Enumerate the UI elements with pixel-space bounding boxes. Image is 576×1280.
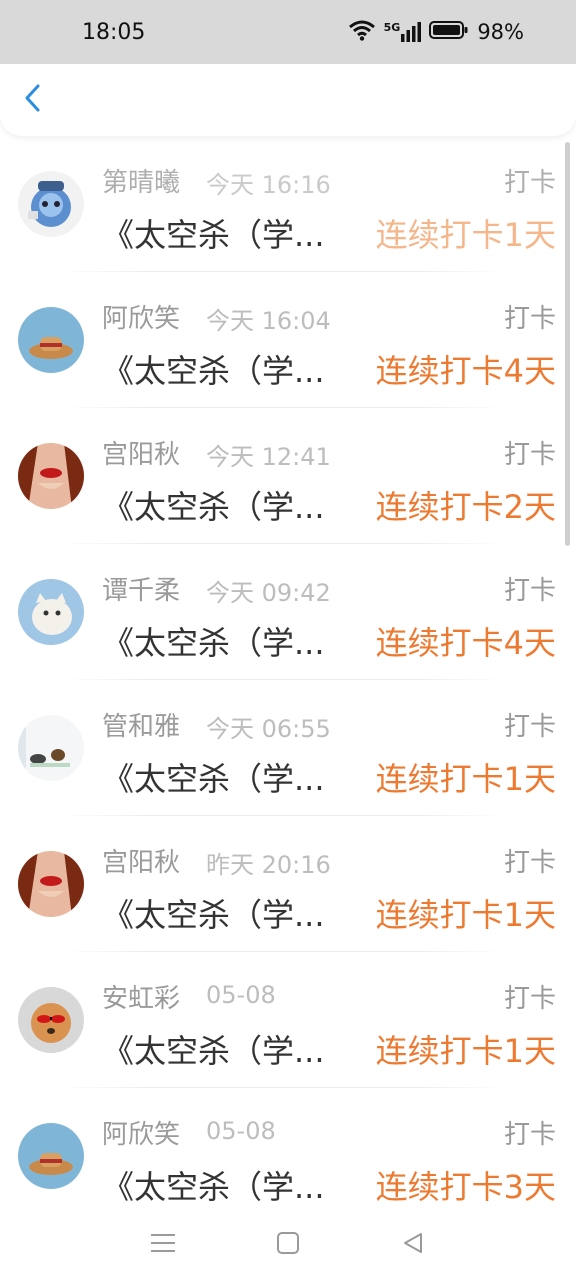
action-label: 打卡 — [503, 168, 556, 198]
avatar[interactable] — [18, 987, 84, 1053]
list-item[interactable]: 安虹彩 05-08 打卡《太空杀（学... 连续打卡1天 — [0, 952, 576, 1088]
status-bar: 18:05 5G 98% — [0, 0, 576, 64]
user-name: 阿欣笑 — [102, 304, 181, 334]
checkin-time: 05-08 — [206, 981, 276, 1009]
network-type: 5G — [383, 21, 401, 34]
action-label: 打卡 — [503, 1120, 556, 1150]
wifi-icon — [348, 19, 376, 45]
streak-label: 连续打卡1天 — [375, 1032, 556, 1070]
checkin-time: 今天 16:16 — [206, 171, 331, 199]
avatar[interactable] — [18, 307, 84, 373]
list-item[interactable]: 宫阳秋 昨天 20:16 打卡《太空杀（学... 连续打卡1天 — [0, 816, 576, 952]
avatar[interactable] — [18, 715, 84, 781]
back-nav-button[interactable] — [393, 1225, 433, 1265]
list-item[interactable]: 谭千柔 今天 09:42 打卡《太空杀（学... 连续打卡4天 — [0, 544, 576, 680]
action-label: 打卡 — [503, 576, 556, 606]
system-nav-bar — [0, 1210, 576, 1280]
streak-label: 连续打卡3天 — [375, 1168, 556, 1206]
back-triangle-icon — [401, 1231, 425, 1259]
book-title: 《太空杀（学... — [102, 488, 325, 526]
header — [0, 64, 576, 136]
user-name: 安虹彩 — [102, 984, 181, 1014]
book-title: 《太空杀（学... — [102, 896, 325, 934]
battery-percent: 98% — [477, 20, 524, 44]
streak-label: 连续打卡4天 — [375, 352, 556, 390]
action-label: 打卡 — [503, 440, 556, 470]
book-title: 《太空杀（学... — [102, 352, 325, 390]
action-label: 打卡 — [503, 712, 556, 742]
home-button[interactable] — [268, 1225, 308, 1265]
book-title: 《太空杀（学... — [102, 1032, 325, 1070]
avatar[interactable] — [18, 851, 84, 917]
book-title: 《太空杀（学... — [102, 624, 325, 662]
book-title: 《太空杀（学... — [102, 216, 325, 254]
status-time: 18:05 — [82, 19, 146, 45]
avatar[interactable] — [18, 1123, 84, 1189]
streak-label: 连续打卡1天 — [375, 896, 556, 934]
avatar[interactable] — [18, 171, 84, 237]
action-label: 打卡 — [503, 304, 556, 334]
avatar[interactable] — [18, 579, 84, 645]
user-name: 管和雅 — [102, 712, 181, 742]
streak-label: 连续打卡1天 — [375, 760, 556, 798]
checkin-time: 今天 06:55 — [206, 715, 331, 743]
list-item[interactable]: 管和雅 今天 06:55 打卡《太空杀（学... 连续打卡1天 — [0, 680, 576, 816]
streak-label: 连续打卡4天 — [375, 624, 556, 662]
scrollbar[interactable] — [565, 142, 570, 546]
user-name: 谭千柔 — [102, 576, 181, 606]
chevron-left-icon — [23, 83, 41, 117]
checkin-list[interactable]: 第晴曦 今天 16:16 打卡 《太空杀（学... 连续打卡1天 阿欣笑 今天 16:04 打… — [0, 136, 576, 1210]
user-name: 第晴曦 — [102, 168, 181, 198]
avatar[interactable] — [18, 443, 84, 509]
book-title: 《太空杀（学... — [102, 1168, 325, 1206]
battery-icon — [429, 20, 469, 44]
streak-label: 连续打卡2天 — [375, 488, 556, 526]
book-title: 《太空杀（学... — [102, 760, 325, 798]
checkin-time: 今天 12:41 — [206, 443, 331, 471]
user-name: 宫阳秋 — [102, 848, 181, 878]
user-name: 阿欣笑 — [102, 1120, 181, 1150]
checkin-time: 今天 16:04 — [206, 307, 331, 335]
menu-icon — [150, 1232, 176, 1258]
streak-label: 连续打卡1天 — [375, 216, 556, 254]
menu-button[interactable] — [143, 1225, 183, 1265]
action-label: 打卡 — [503, 984, 556, 1014]
list-item[interactable]: 阿欣笑 05-08 打卡《太空杀（学... 连续打卡3天 — [0, 1088, 576, 1210]
list-item[interactable]: 阿欣笑 今天 16:04 打卡《太空杀（学... 连续打卡4天 — [0, 272, 576, 408]
status-icons: 5G 98% — [348, 19, 524, 45]
user-name: 宫阳秋 — [102, 440, 181, 470]
list-item[interactable]: 宫阳秋 今天 12:41 打卡《太空杀（学... 连续打卡2天 — [0, 408, 576, 544]
checkin-time: 昨天 20:16 — [206, 851, 331, 879]
back-button[interactable] — [14, 80, 50, 120]
checkin-time: 05-08 — [206, 1117, 276, 1145]
home-square-icon — [276, 1231, 300, 1259]
cellular-5g-icon: 5G — [384, 22, 422, 42]
action-label: 打卡 — [503, 848, 556, 878]
list-item[interactable]: 第晴曦 今天 16:16 打卡《太空杀（学... 连续打卡1天 — [0, 136, 576, 272]
checkin-time: 今天 09:42 — [206, 579, 331, 607]
